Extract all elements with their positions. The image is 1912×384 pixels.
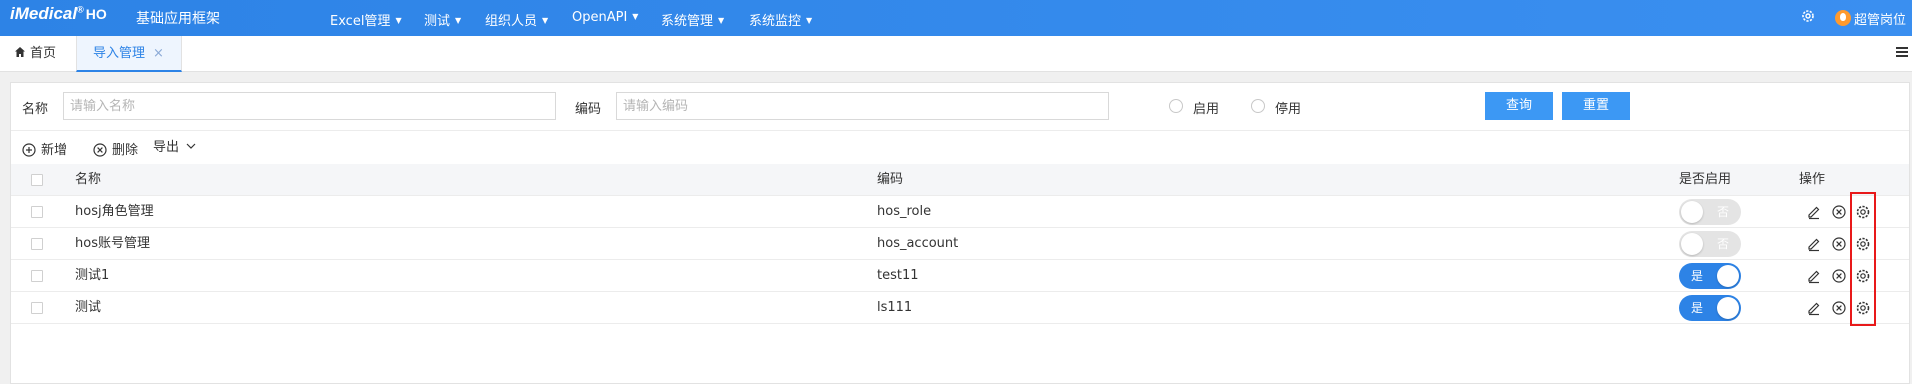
status-toggle[interactable]: 否 (1679, 199, 1741, 225)
status-toggle[interactable]: 是 (1679, 263, 1741, 289)
column-header-name: 名称 (75, 172, 102, 187)
close-circle-icon (93, 143, 107, 157)
menu-label: Excel管理 (330, 14, 391, 29)
edit-icon[interactable] (1806, 204, 1822, 220)
column-header-code: 编码 (877, 172, 904, 187)
user-badge-icon[interactable] (1835, 10, 1851, 26)
menu-excel[interactable]: Excel管理 ▼ (330, 10, 402, 29)
status-toggle[interactable]: 否 (1679, 231, 1741, 257)
menu-label: 系统管理 (661, 14, 714, 29)
user-role[interactable]: 超管岗位 (1854, 9, 1906, 28)
caret-down-icon: ▼ (806, 16, 813, 25)
data-table: 名称 编码 是否启用 操作 hosj角色管理 hos_role 否 hos账号管… (11, 164, 1909, 324)
app-title: 基础应用框架 (136, 11, 220, 27)
column-header-ops: 操作 (1799, 172, 1826, 187)
row-name: hosj角色管理 (75, 204, 154, 219)
row-checkbox[interactable] (31, 302, 43, 314)
add-label: 新增 (41, 143, 68, 158)
menu-label: 系统监控 (749, 14, 802, 29)
content-panel: 名称 编码 启用 停用 查询 重置 新增 删除 导出 名称 编码 是否启用 操作… (10, 82, 1910, 384)
toggle-knob (1681, 233, 1703, 255)
menu-system[interactable]: 系统管理 ▼ (661, 10, 724, 29)
home-icon (15, 47, 25, 57)
delete-button[interactable]: 删除 (93, 139, 138, 158)
menu-label: OpenAPI (572, 10, 628, 25)
menu-icon[interactable] (1896, 46, 1908, 58)
export-label: 导出 (153, 140, 180, 155)
reset-button[interactable]: 重置 (1562, 92, 1630, 120)
toggle-knob (1717, 265, 1739, 287)
radio-enabled-label: 启用 (1193, 102, 1220, 117)
row-checkbox[interactable] (31, 270, 43, 282)
row-name: hos账号管理 (75, 236, 150, 251)
highlight-box (1850, 192, 1876, 326)
table-header: 名称 编码 是否启用 操作 (11, 164, 1909, 196)
export-dropdown[interactable]: 导出 (153, 136, 201, 155)
top-header: iMedical® HO 基础应用框架 Excel管理 ▼ 测试 ▼ 组织人员 ▼ Op… (0, 0, 1912, 36)
menu-monitor[interactable]: 系统监控 ▼ (749, 10, 812, 29)
name-label: 名称 (22, 102, 49, 117)
toggle-text: 否 (1716, 205, 1729, 219)
divider (11, 130, 1909, 131)
close-icon[interactable]: × (153, 46, 164, 61)
row-code: test11 (877, 268, 919, 283)
row-name: 测试1 (75, 268, 110, 283)
code-search-input[interactable] (616, 92, 1109, 120)
toggle-text: 是 (1691, 301, 1704, 315)
row-code: hos_account (877, 236, 959, 251)
row-checkbox[interactable] (31, 206, 43, 218)
row-checkbox[interactable] (31, 238, 43, 250)
menu-org[interactable]: 组织人员 ▼ (485, 10, 548, 29)
plus-circle-icon (22, 143, 36, 157)
tab-label: 首页 (30, 46, 57, 61)
caret-down-icon: ▼ (395, 16, 402, 25)
caret-down-icon: ▼ (718, 16, 725, 25)
edit-icon[interactable] (1806, 300, 1822, 316)
select-all-checkbox[interactable] (31, 174, 43, 186)
toggle-text: 是 (1691, 269, 1704, 283)
delete-label: 删除 (112, 143, 139, 158)
tab-bar: 首页 导入管理 × (0, 36, 1912, 72)
menu-test[interactable]: 测试 ▼ (424, 10, 461, 29)
column-header-status: 是否启用 (1679, 172, 1732, 187)
delete-icon[interactable] (1831, 268, 1847, 284)
app-logo: iMedical® HO (10, 4, 107, 23)
table-row: 测试1 test11 是 (11, 260, 1909, 292)
menu-openapi[interactable]: OpenAPI ▼ (572, 10, 638, 25)
toggle-text: 否 (1716, 237, 1729, 251)
menu-label: 组织人员 (485, 14, 538, 29)
query-button[interactable]: 查询 (1485, 92, 1553, 120)
row-code: hos_role (877, 204, 932, 219)
caret-down-icon: ▼ (542, 16, 549, 25)
row-code: ls111 (877, 300, 913, 315)
caret-down-icon: ▼ (632, 12, 639, 21)
delete-icon[interactable] (1831, 204, 1847, 220)
tab-import-management[interactable]: 导入管理 × (76, 36, 182, 72)
edit-icon[interactable] (1806, 268, 1822, 284)
radio-enabled[interactable] (1169, 99, 1183, 113)
code-label: 编码 (575, 102, 602, 117)
table-row: 测试 ls111 是 (11, 292, 1909, 324)
table-row: hosj角色管理 hos_role 否 (11, 196, 1909, 228)
gear-icon[interactable] (1800, 8, 1816, 24)
radio-disabled-label: 停用 (1275, 102, 1302, 117)
tab-home[interactable]: 首页 (14, 36, 56, 72)
radio-disabled[interactable] (1251, 99, 1265, 113)
table-row: hos账号管理 hos_account 否 (11, 228, 1909, 260)
add-button[interactable]: 新增 (22, 139, 67, 158)
tab-label: 导入管理 (93, 46, 146, 61)
name-search-input[interactable] (63, 92, 556, 120)
delete-icon[interactable] (1831, 236, 1847, 252)
delete-icon[interactable] (1831, 300, 1847, 316)
menu-label: 测试 (424, 14, 451, 29)
chevron-down-icon (186, 143, 196, 149)
status-toggle[interactable]: 是 (1679, 295, 1741, 321)
caret-down-icon: ▼ (455, 16, 462, 25)
row-name: 测试 (75, 300, 102, 315)
toggle-knob (1681, 201, 1703, 223)
toggle-knob (1717, 297, 1739, 319)
edit-icon[interactable] (1806, 236, 1822, 252)
